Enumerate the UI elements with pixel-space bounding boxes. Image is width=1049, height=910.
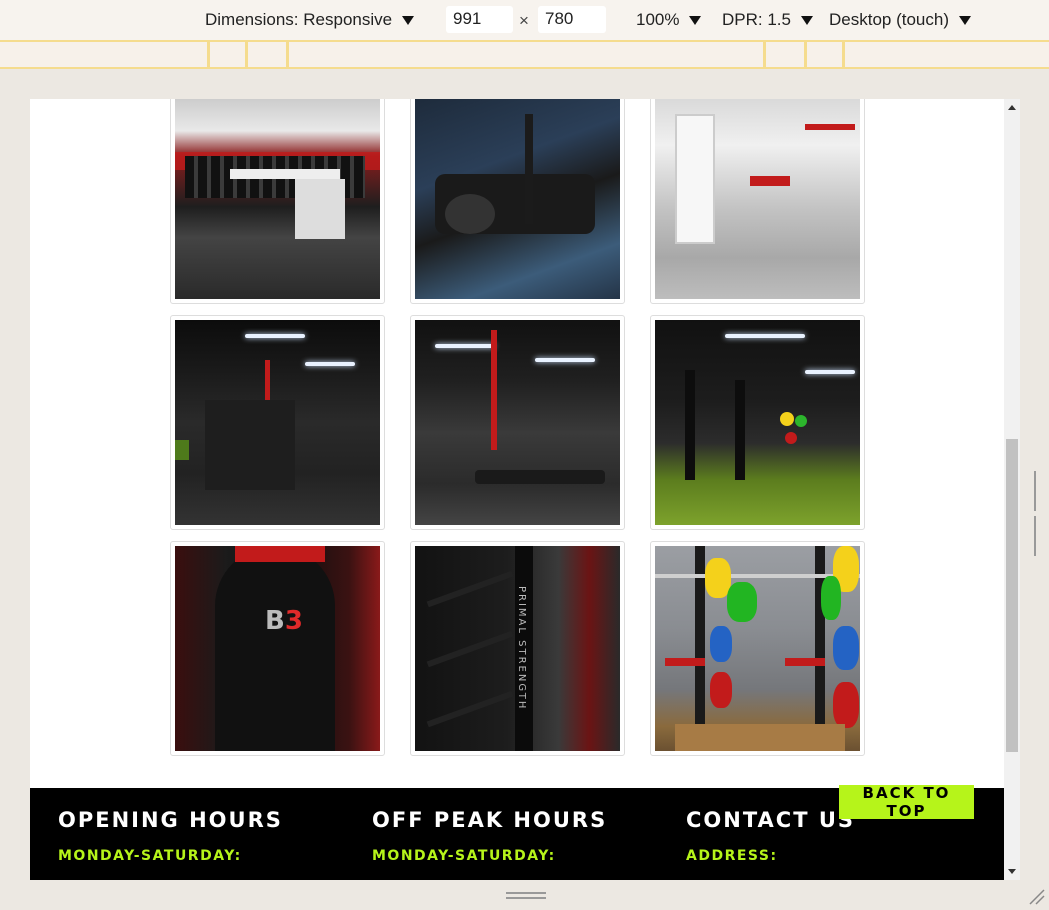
device-toolbar: Dimensions: Responsive 991 × 780 100% DP…: [0, 0, 1049, 40]
zoom-label: 100%: [636, 10, 680, 29]
strength-machine-photo: [175, 320, 380, 525]
media-query-marker[interactable]: [286, 40, 289, 69]
scrollbar-thumb[interactable]: [1006, 439, 1018, 752]
resize-corner-icon[interactable]: [1026, 886, 1046, 906]
width-input[interactable]: 991: [446, 6, 513, 33]
gallery-tile[interactable]: [410, 99, 625, 304]
gallery-tile[interactable]: [410, 315, 625, 530]
gallery-tile[interactable]: [170, 315, 385, 530]
gallery-tile[interactable]: B3: [170, 541, 385, 756]
gallery-tile[interactable]: [650, 315, 865, 530]
off-peak-hours-days: MONDAY-SATURDAY:: [372, 848, 556, 864]
scroll-down-arrow-icon[interactable]: [1008, 869, 1016, 874]
adjustable-bench-photo: [415, 320, 620, 525]
opening-hours-title: OPENING HOURS: [58, 808, 283, 832]
dimensions-label: Dimensions: Responsive: [205, 10, 393, 29]
weight-plates-rack-photo: [655, 546, 860, 751]
media-query-marker[interactable]: [804, 40, 807, 69]
chevron-down-icon: [689, 15, 702, 25]
power-rack-turf-photo: [655, 320, 860, 525]
resize-handle-bottom[interactable]: [506, 892, 546, 901]
primal-strength-logo: PRIMAL STRENGTH: [516, 586, 527, 711]
media-query-marker[interactable]: [842, 40, 845, 69]
gallery-tile[interactable]: [650, 541, 865, 756]
media-query-marker[interactable]: [763, 40, 766, 69]
dpr-dropdown[interactable]: DPR: 1.5: [722, 10, 813, 30]
contact-us-section: CONTACT US ADDRESS:: [686, 808, 855, 864]
vertical-scrollbar[interactable]: [1004, 99, 1020, 880]
chevron-down-icon: [959, 15, 971, 25]
times-separator: ×: [519, 11, 529, 30]
chevron-down-icon: [800, 15, 813, 25]
device-mode-label: Desktop (touch): [829, 10, 949, 29]
media-query-marker[interactable]: [207, 40, 210, 69]
scroll-up-arrow-icon[interactable]: [1008, 105, 1016, 110]
primal-strength-rack-photo: PRIMAL STRENGTH: [415, 546, 620, 751]
punch-bag-photo: B3: [175, 546, 380, 751]
cable-machine-photo: [655, 99, 860, 299]
gallery-tile[interactable]: [650, 99, 865, 304]
page-viewport: B3 PRIMAL STRENGTH OPENING HOURS MONDAY-…: [30, 99, 1004, 880]
dpr-label: DPR: 1.5: [722, 10, 791, 29]
resize-handle-right[interactable]: [1034, 471, 1040, 556]
device-mode-dropdown[interactable]: Desktop (touch): [829, 10, 971, 30]
opening-hours-section: OPENING HOURS MONDAY-SATURDAY:: [58, 808, 283, 864]
gallery-tile[interactable]: [170, 99, 385, 304]
dumbbell-rack-photo: [175, 99, 380, 299]
opening-hours-days: MONDAY-SATURDAY:: [58, 848, 242, 864]
off-peak-hours-title: OFF PEAK HOURS: [372, 808, 608, 832]
off-peak-hours-section: OFF PEAK HOURS MONDAY-SATURDAY:: [372, 808, 607, 864]
back-to-top-button[interactable]: BACK TO TOP: [839, 784, 974, 820]
media-query-marker[interactable]: [245, 40, 248, 69]
media-query-bar[interactable]: [0, 40, 1049, 69]
elliptical-trainer-photo: [415, 99, 620, 299]
site-footer: OPENING HOURS MONDAY-SATURDAY: OFF PEAK …: [30, 784, 1004, 880]
contact-us-title: CONTACT US: [686, 808, 856, 832]
zoom-dropdown[interactable]: 100%: [636, 10, 702, 30]
dimensions-dropdown[interactable]: Dimensions: Responsive: [205, 10, 415, 30]
height-input[interactable]: 780: [538, 6, 606, 33]
contact-address-label: ADDRESS:: [686, 848, 778, 864]
chevron-down-icon: [402, 15, 415, 25]
b3-logo: B3: [265, 606, 303, 636]
gallery-tile[interactable]: PRIMAL STRENGTH: [410, 541, 625, 756]
